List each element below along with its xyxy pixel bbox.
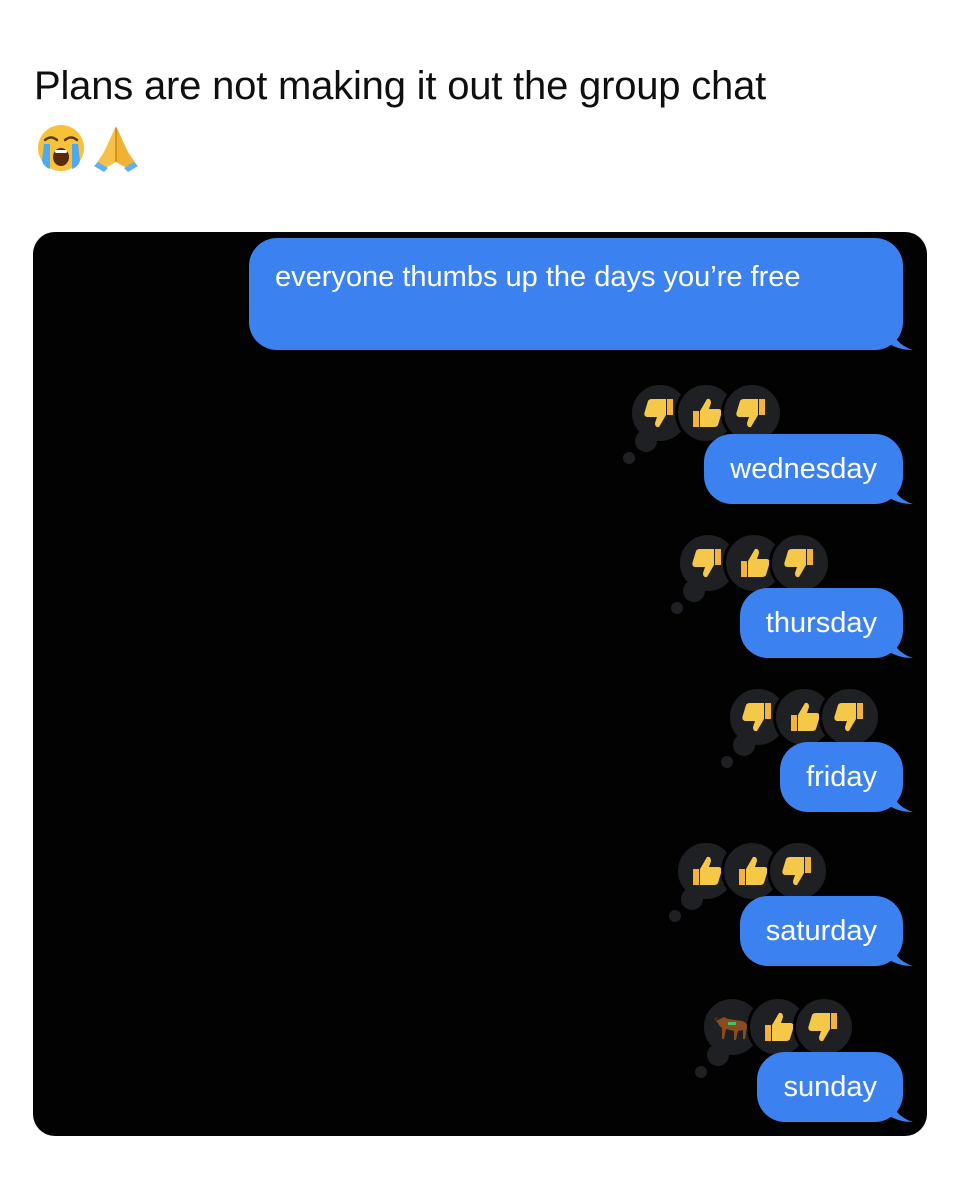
thumbs-down-icon (692, 549, 721, 578)
bubble-tail (887, 324, 913, 350)
thumbs-down-reaction (769, 532, 831, 594)
message-bubble-day: friday (780, 742, 913, 812)
horse-icon (714, 1017, 747, 1040)
thumbs-down-reaction (819, 686, 881, 748)
folded-hands-icon (94, 126, 138, 172)
thumbs-down-icon (736, 399, 765, 428)
message-bubble-day: wednesday (704, 434, 913, 504)
reaction-bar[interactable] (669, 838, 829, 922)
message-bubble-day: thursday (739, 588, 913, 658)
thumbs-down-icon (644, 399, 673, 428)
message-text: wednesday (730, 453, 877, 485)
thumbs-down-icon (742, 703, 771, 732)
thumbs-down-icon (834, 703, 863, 732)
bubble-tail (887, 940, 913, 966)
thumbs-up-icon (765, 1012, 794, 1041)
thumbs-up-icon (739, 856, 768, 885)
bubble-tail (887, 478, 913, 504)
thumbs-up-icon (693, 856, 722, 885)
message-bubble-question: everyone thumbs up the days you’re free (249, 238, 913, 350)
reaction-bar[interactable] (695, 994, 855, 1078)
chat-screenshot: everyone thumbs up the days you’re free … (33, 232, 927, 1136)
thumbs-down-icon (808, 1013, 837, 1042)
bubble-tail (887, 1096, 913, 1122)
loudly-crying-face-icon (38, 125, 84, 171)
post-title: Plans are not making it out the group ch… (34, 64, 767, 108)
message-text: saturday (765, 915, 877, 947)
title-emojis (36, 120, 142, 176)
thumbs-down-icon (782, 857, 811, 886)
message-bubble-day: saturday (739, 896, 913, 966)
thumbs-down-icon (784, 549, 813, 578)
thumbs-up-icon (693, 398, 722, 427)
thumbs-up-icon (791, 702, 820, 731)
reaction-bar[interactable] (671, 530, 831, 614)
thumbs-down-reaction (793, 996, 855, 1058)
bubble-tail (887, 786, 913, 812)
thumbs-up-icon (741, 548, 770, 577)
message-text: thursday (765, 607, 877, 639)
message-text: everyone thumbs up the days you’re free (275, 261, 801, 293)
message-text: friday (806, 761, 877, 793)
message-text: sunday (783, 1071, 877, 1103)
thumbs-down-reaction (767, 840, 829, 902)
message-bubble-day: sunday (757, 1052, 913, 1122)
reaction-bar[interactable] (721, 684, 881, 768)
bubble-tail (887, 632, 913, 658)
